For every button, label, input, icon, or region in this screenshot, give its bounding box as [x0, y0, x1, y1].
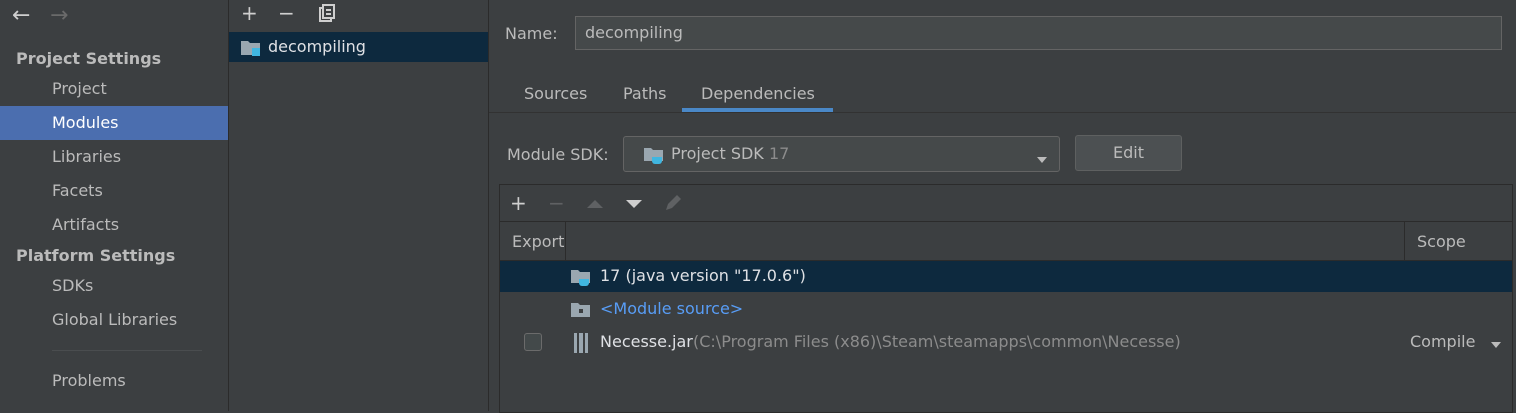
- arrow-right-icon[interactable]: →: [50, 5, 68, 27]
- column-header-export[interactable]: Export: [512, 232, 564, 251]
- sidebar-item-project[interactable]: Project: [0, 72, 228, 106]
- edit-button[interactable]: Edit: [1075, 135, 1182, 171]
- export-checkbox[interactable]: [524, 333, 542, 351]
- column-divider: [1404, 222, 1405, 260]
- sdk-version: 17: [769, 144, 790, 163]
- table-row[interactable]: Necesse.jar (C:\Program Files (x86)\Stea…: [500, 327, 1512, 358]
- column-divider: [565, 222, 566, 260]
- chevron-down-icon[interactable]: [1489, 337, 1503, 356]
- module-sdk-label: Module SDK:: [507, 145, 609, 164]
- name-label: Name:: [505, 24, 558, 43]
- sidebar-item-modules[interactable]: Modules: [0, 106, 228, 140]
- edit-pencil-icon[interactable]: [663, 193, 683, 217]
- dependencies-table: + − Export Scope 17 (java version "17.0.…: [499, 184, 1513, 413]
- platform-settings-title: Platform Settings: [16, 246, 176, 265]
- tabs-divider: [489, 112, 1516, 113]
- minus-icon[interactable]: −: [548, 193, 565, 213]
- sidebar-item-sdks[interactable]: SDKs: [0, 269, 228, 303]
- plus-icon[interactable]: +: [241, 3, 258, 23]
- sdk-name: Project SDK: [671, 144, 764, 163]
- jar-icon: [572, 332, 590, 358]
- folder-icon: [570, 301, 592, 323]
- dependency-name: <Module source>: [600, 299, 744, 318]
- plus-icon[interactable]: +: [510, 193, 527, 213]
- move-down-icon[interactable]: [625, 196, 643, 215]
- move-up-icon[interactable]: [586, 196, 604, 215]
- copy-icon[interactable]: [318, 4, 336, 26]
- module-name-input[interactable]: decompiling: [575, 16, 1502, 50]
- dependency-name: Necesse.jar: [600, 332, 693, 351]
- module-name: decompiling: [268, 37, 366, 56]
- tab-dependencies[interactable]: Dependencies: [701, 84, 815, 103]
- chevron-down-icon: [1035, 146, 1049, 178]
- modules-panel: + − decompiling: [229, 0, 488, 411]
- column-header-scope[interactable]: Scope: [1417, 232, 1466, 251]
- arrow-left-icon[interactable]: ←: [12, 5, 30, 27]
- module-details: Name: decompiling Sources Paths Dependen…: [489, 0, 1516, 413]
- dependency-name: 17 (java version "17.0.6"): [600, 266, 806, 285]
- sdk-folder-icon: [570, 267, 592, 291]
- module-list-item[interactable]: decompiling: [229, 32, 488, 62]
- settings-sidebar: ← → Project Settings Project Modules Lib…: [0, 0, 228, 411]
- scope-dropdown[interactable]: Compile: [1410, 332, 1475, 351]
- sidebar-item-artifacts[interactable]: Artifacts: [0, 208, 228, 242]
- tab-paths[interactable]: Paths: [623, 84, 666, 103]
- module-folder-icon: [240, 39, 262, 61]
- table-row[interactable]: <Module source>: [500, 294, 1512, 325]
- project-settings-title: Project Settings: [16, 49, 162, 68]
- sidebar-item-problems[interactable]: Problems: [0, 364, 228, 398]
- table-header: Export Scope: [500, 222, 1512, 260]
- sidebar-divider: [52, 350, 202, 351]
- sidebar-item-global-libraries[interactable]: Global Libraries: [0, 303, 228, 337]
- tab-sources[interactable]: Sources: [524, 84, 587, 103]
- dependency-path: (C:\Program Files (x86)\Steam\steamapps\…: [693, 332, 1181, 351]
- sidebar-item-facets[interactable]: Facets: [0, 174, 228, 208]
- sidebar-item-libraries[interactable]: Libraries: [0, 140, 228, 174]
- table-row[interactable]: 17 (java version "17.0.6"): [500, 261, 1512, 292]
- module-sdk-dropdown[interactable]: Project SDK 17: [623, 136, 1060, 172]
- sdk-folder-icon: [643, 144, 665, 176]
- minus-icon[interactable]: −: [278, 3, 295, 23]
